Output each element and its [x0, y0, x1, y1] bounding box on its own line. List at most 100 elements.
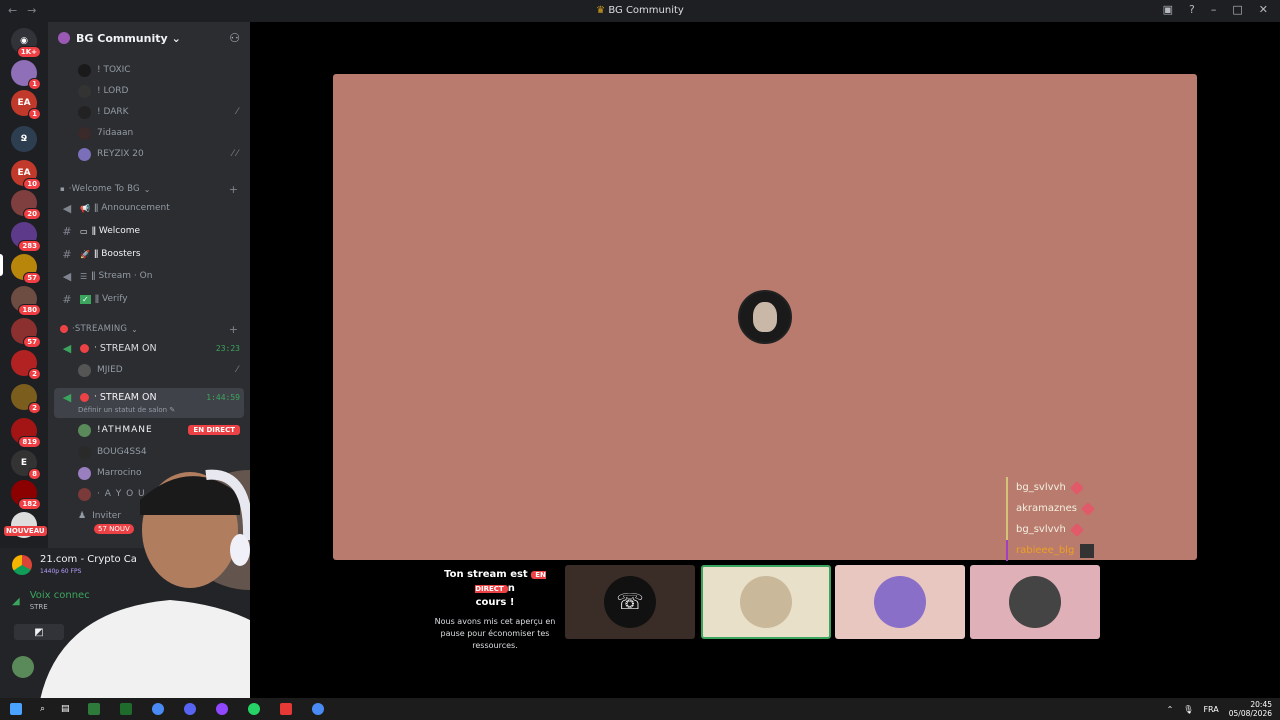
- channel-emoji-icon: ☰: [80, 271, 88, 281]
- participant-tile[interactable]: ☏: [565, 565, 695, 639]
- window-title: ♛ BG Community: [596, 5, 684, 16]
- whatsapp-icon[interactable]: [247, 703, 260, 715]
- guild-icon[interactable]: Ջ: [11, 126, 37, 152]
- channel-verify[interactable]: # ✓ ǁ Verify: [48, 289, 250, 309]
- member-row[interactable]: ! DARK ⁄: [48, 102, 250, 122]
- muted-icon: ⁄: [236, 365, 238, 375]
- voice-member-row[interactable]: !ATHMANE EN DIRECT: [48, 420, 250, 440]
- avatar: [78, 105, 91, 119]
- guild-icon[interactable]: EA 1: [11, 90, 41, 120]
- channel-announcement[interactable]: ◀ 📢 ǁ Announcement: [48, 198, 250, 218]
- system-tray: ⌃ 🎙 FRA 20:45 05/08/2026: [1167, 700, 1272, 718]
- title-bar: ← → ♛ BG Community ▣ ? – □ ✕: [0, 0, 1280, 22]
- chevron-down-icon: ⌄: [171, 31, 181, 45]
- clock[interactable]: 20:45 05/08/2026: [1229, 700, 1272, 718]
- category-welcome[interactable]: ▪ · Welcome To BG ⌄ +: [48, 179, 250, 199]
- app-icon[interactable]: [119, 703, 132, 715]
- participant-tile[interactable]: [970, 565, 1100, 639]
- discord-icon: ◉: [20, 36, 28, 46]
- channel-boosters[interactable]: # 🚀 ǁ Boosters: [48, 244, 250, 264]
- voice-channel-active[interactable]: ◀ · STREAM ON 1:44:59: [48, 387, 250, 407]
- app-icon[interactable]: [87, 703, 100, 715]
- language-indicator[interactable]: FRA: [1203, 705, 1218, 714]
- check-icon: ✓: [80, 294, 91, 304]
- guild-icon[interactable]: 2: [11, 350, 41, 380]
- guild-icon[interactable]: 20: [11, 190, 41, 220]
- chevron-up-icon[interactable]: ⌃: [1167, 705, 1174, 714]
- badge-icon: [1080, 501, 1096, 516]
- channel-status[interactable]: Définir un statut de salon ✎: [78, 406, 175, 414]
- red-dot-icon: [80, 343, 89, 353]
- avatar: [78, 63, 91, 77]
- server-logo-icon: [58, 32, 70, 44]
- help-icon[interactable]: ?: [1189, 3, 1195, 16]
- maximize-icon[interactable]: □: [1232, 3, 1242, 16]
- channel-stream-on[interactable]: ◀ ☰ ǁ Stream · On: [48, 266, 250, 286]
- avatar: [753, 302, 777, 332]
- search-icon[interactable]: ⌕: [40, 704, 45, 714]
- windows-start-icon[interactable]: [10, 703, 22, 715]
- guild-icon[interactable]: 1: [11, 60, 41, 90]
- avatar: [78, 423, 91, 437]
- guild-icon[interactable]: 819: [11, 418, 41, 448]
- avatar: [1009, 576, 1061, 628]
- add-member-icon[interactable]: ⚇: [229, 31, 240, 45]
- server-header[interactable]: BG Community ⌄ ⚇: [48, 22, 250, 54]
- inbox-icon[interactable]: ▣: [1163, 3, 1173, 16]
- channel-welcome[interactable]: # ▭ ǁ Welcome: [48, 221, 250, 241]
- minimize-icon[interactable]: –: [1211, 3, 1217, 16]
- stream-stage[interactable]: bg_svlvvh akramaznes bg_svlvvh rabieee_b…: [333, 74, 1197, 561]
- taskbar: ⌕ ▤ ⌃ 🎙 FRA 20:45 05/08/2026: [0, 698, 1280, 720]
- discord-icon[interactable]: [183, 703, 196, 715]
- voice-channel[interactable]: ◀ · STREAM ON 23:23: [48, 338, 250, 358]
- voice-member-row[interactable]: MJIED ⁄: [48, 360, 250, 380]
- avatar: [1080, 543, 1095, 558]
- chrome-icon[interactable]: [311, 703, 324, 715]
- chat-row: bg_svlvvh: [1006, 477, 1094, 498]
- guild-icon[interactable]: 2: [11, 384, 41, 414]
- close-icon[interactable]: ✕: [1259, 3, 1268, 16]
- stream-paused-info: Ton stream est EN DIRECT n cours ! Nous a…: [434, 569, 556, 650]
- chevron-down-icon: ⌄: [131, 324, 138, 334]
- participant-tile-speaking[interactable]: [701, 565, 831, 639]
- chrome-icon[interactable]: [151, 703, 164, 715]
- channel-emoji-icon: ▭: [80, 226, 88, 236]
- guild-icon[interactable]: 57: [11, 318, 41, 348]
- member-row[interactable]: ! LORD: [48, 81, 250, 101]
- voice-member-row[interactable]: BOUG4SS4: [48, 442, 250, 462]
- member-row[interactable]: REYZIX 20 ⁄ ⁄: [48, 144, 250, 164]
- app-icon[interactable]: [279, 703, 292, 715]
- channel-emoji-icon: 📢: [80, 203, 90, 213]
- task-view-icon[interactable]: ▤: [61, 704, 70, 714]
- add-channel-icon[interactable]: +: [229, 183, 238, 196]
- phone-icon: ☏: [604, 576, 656, 628]
- participant-tile[interactable]: [835, 565, 965, 639]
- chat-row: bg_svlvvh: [1006, 519, 1094, 540]
- chevron-down-icon: ⌄: [143, 184, 151, 194]
- guild-icon[interactable]: 180: [11, 286, 41, 316]
- chat-row: akramaznes: [1006, 498, 1096, 519]
- guild-icon-selected[interactable]: 57: [11, 254, 41, 284]
- guild-icon[interactable]: EA 10: [11, 160, 41, 190]
- member-row[interactable]: 7idaaan: [48, 123, 250, 143]
- hash-icon: #: [62, 292, 72, 306]
- app-icon[interactable]: [215, 703, 228, 715]
- avatar: [874, 576, 926, 628]
- streamer-avatar: [738, 290, 792, 344]
- add-channel-icon[interactable]: +: [229, 323, 238, 336]
- guild-icon[interactable]: 283: [11, 222, 41, 252]
- speaker-icon: ◀: [62, 390, 72, 404]
- red-dot-icon: [80, 392, 89, 402]
- avatar: [78, 445, 91, 459]
- category-streaming[interactable]: · STREAMING ⌄ +: [48, 319, 250, 339]
- chat-row: rabieee_blg: [1006, 540, 1095, 561]
- home-button[interactable]: ◉ 1K+: [11, 28, 41, 58]
- badge-icon: [1069, 522, 1084, 537]
- avatar: [78, 363, 91, 377]
- main-area: bg_svlvvh akramaznes bg_svlvvh rabieee_b…: [250, 22, 1280, 698]
- red-dot-icon: [60, 325, 68, 333]
- hash-icon: #: [62, 247, 72, 261]
- member-row[interactable]: ! TOXIC: [48, 60, 250, 80]
- rocket-icon: 🚀: [80, 249, 90, 259]
- microphone-icon[interactable]: 🎙: [1183, 705, 1193, 714]
